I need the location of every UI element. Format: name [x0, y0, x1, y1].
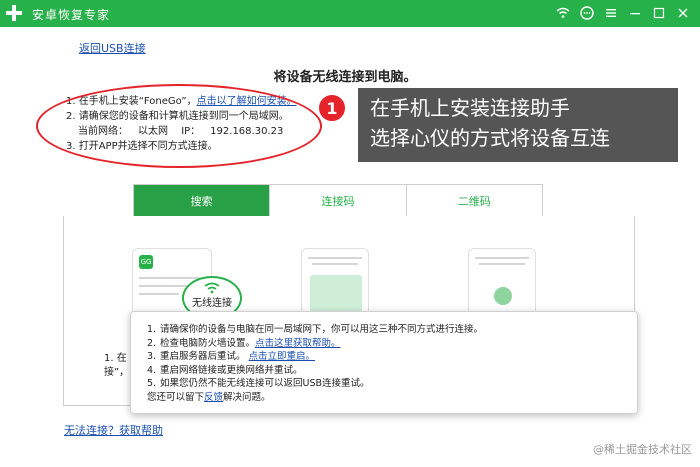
help-item-2: 2. 检查电脑防火墙设置。点击这里获取帮助。 — [147, 337, 341, 349]
wifi-icon[interactable] — [554, 4, 572, 22]
help-footer: 您还可以留下反馈解决问题。 — [147, 391, 271, 403]
qr-scan-icon — [494, 287, 512, 305]
annotation-number-badge: 1 — [317, 93, 347, 123]
help-item-3: 3. 重启服务器后重试。 点击立即重启。 — [147, 351, 316, 362]
watermark: @稀土掘金技术社区 — [593, 443, 692, 456]
chat-icon[interactable] — [578, 4, 596, 22]
panel-fragment-line-2: 接”， — [104, 367, 130, 378]
menu-icon[interactable] — [602, 4, 620, 22]
annotation-callout: 在手机上安装连接助手 选择心仪的方式将设备互连 — [358, 88, 678, 162]
tab-qr-code[interactable]: 二维码 — [406, 185, 542, 216]
page-title: 将设备无线连接到电脑。 — [273, 70, 417, 85]
fonego-logo-icon: GG — [139, 255, 153, 269]
wifi-signal-icon — [204, 282, 220, 294]
cannot-connect-help-link[interactable]: 无法连接？获取帮助 — [64, 422, 163, 438]
tab-connection-code[interactable]: 连接码 — [270, 185, 407, 216]
panel-fragment-line-1: 1. 在 — [104, 353, 127, 364]
help-item-1: 1. 请确保你的设备与电脑在同一局域网下，你可以用这三种不同方式进行连接。 — [147, 324, 484, 335]
tab-search[interactable]: 搜索 — [134, 185, 271, 216]
maximize-icon[interactable] — [650, 4, 668, 22]
minimize-icon[interactable] — [626, 4, 644, 22]
firewall-help-link[interactable]: 点击这里获取帮助。 — [255, 338, 341, 349]
app-title: 安卓恢复专家 — [32, 8, 111, 22]
annotation-ellipse — [36, 84, 322, 168]
back-to-usb-link[interactable]: 返回USB连接 — [79, 40, 146, 56]
title-bar: 安卓恢复专家 — [0, 0, 700, 27]
panel-text-fragment: 1. 在 接”， — [104, 352, 129, 380]
restart-now-link[interactable]: 点击立即重启。 — [249, 351, 316, 362]
callout-line-1: 在手机上安装连接助手 — [370, 96, 570, 120]
connection-code-illustration — [310, 275, 362, 315]
window-controls — [554, 4, 692, 22]
wireless-connect-label: 无线连接 — [192, 298, 232, 309]
help-item-5: 5. 如果您仍然不能无线连接可以返回USB连接重试。 — [147, 378, 370, 389]
feedback-link[interactable]: 反馈 — [204, 392, 223, 403]
close-icon[interactable] — [674, 4, 692, 22]
connection-method-tabs: 搜索 连接码 二维码 — [133, 184, 543, 217]
help-item-4: 4. 重启网络链接或更换网络并重试。 — [147, 364, 303, 376]
callout-line-2: 选择心仪的方式将设备互连 — [370, 126, 610, 150]
app-logo-icon — [6, 5, 22, 21]
connection-help-popup: 1. 请确保你的设备与电脑在同一局域网下，你可以用这三种不同方式进行连接。 2. 检… — [130, 311, 638, 414]
